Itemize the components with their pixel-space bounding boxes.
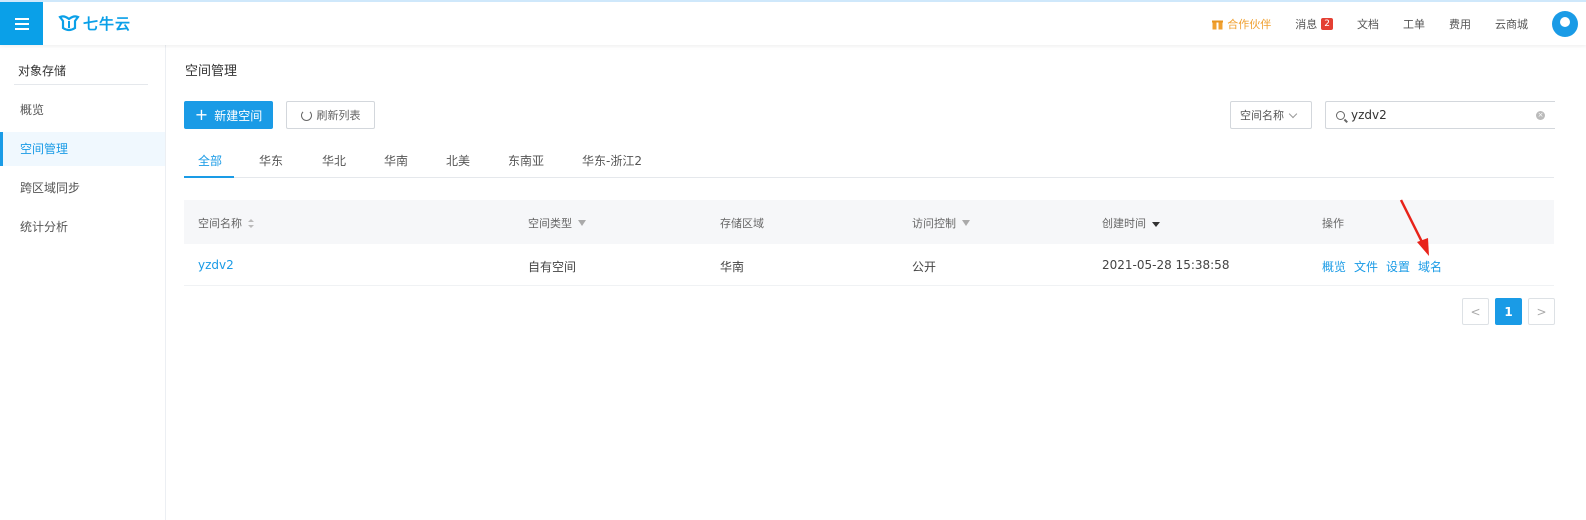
column-access-control-label: 访问控制 [912,217,956,230]
filter-icon [962,220,970,226]
action-settings-link[interactable]: 设置 [1386,258,1410,275]
top-header: 七牛云 合作伙伴 消息 2 文档 工单 费用 云商城 [0,0,1586,45]
access-control-cell: 公开 [912,260,937,274]
gift-icon [1212,20,1224,29]
nav-messages[interactable]: 消息 2 [1295,16,1333,32]
app-page: 七牛云 合作伙伴 消息 2 文档 工单 费用 云商城 对象存储 概览 空间管理 … [0,0,1586,520]
sidebar-item-bucket-management[interactable]: 空间管理 [0,132,165,166]
table-header: 空间名称 空间类型 存储区域 访问控制 创建时间 操作 [184,200,1554,244]
user-avatar[interactable] [1552,10,1578,37]
sort-icon [248,218,254,228]
next-page-button[interactable]: > [1528,298,1555,325]
created-time-cell: 2021-05-28 15:38:58 [1102,258,1230,272]
tab-north-america[interactable]: 北美 [446,152,470,169]
column-bucket-type-label: 空间类型 [528,217,572,230]
tab-east-china-zhejiang2[interactable]: 华东-浙江2 [582,152,642,169]
column-created-time-label: 创建时间 [1102,217,1146,230]
search-icon [1336,110,1345,120]
tab-south-china[interactable]: 华南 [384,152,408,169]
tab-southeast-asia[interactable]: 东南亚 [508,152,544,169]
nav-docs-label: 文档 [1357,17,1379,31]
logo[interactable]: 七牛云 [58,12,131,34]
nav-partner-label: 合作伙伴 [1227,17,1272,31]
column-access-control[interactable]: 访问控制 [912,215,970,231]
region-tabs: 全部 华东 华北 华南 北美 东南亚 华东-浙江2 [184,145,1554,178]
refresh-list-label: 刷新列表 [316,109,361,122]
column-storage-region-label: 存储区域 [720,217,764,230]
clear-icon[interactable]: × [1536,111,1545,120]
nav-marketplace[interactable]: 云商城 [1495,16,1528,32]
logo-text: 七牛云 [83,14,132,33]
menu-button[interactable] [0,2,43,45]
page-1-button[interactable]: 1 [1495,298,1522,325]
column-created-time[interactable]: 创建时间 [1102,215,1160,231]
prev-page-button[interactable]: < [1462,298,1489,325]
column-storage-region: 存储区域 [720,215,764,231]
nav-tickets[interactable]: 工单 [1403,16,1425,32]
column-actions: 操作 [1322,215,1344,231]
header-nav: 合作伙伴 消息 2 文档 工单 费用 云商城 [1212,2,1586,45]
tab-east-china[interactable]: 华东 [259,152,283,169]
hamburger-icon [14,17,29,30]
filter-icon [578,220,586,226]
sidebar-item-cross-region-sync[interactable]: 跨区域同步 [0,171,165,205]
row-actions: 概览 文件 设置 域名 [1322,258,1442,275]
bucket-name-link[interactable]: yzdv2 [198,258,234,272]
chevron-down-icon [1288,109,1298,118]
new-bucket-button[interactable]: + 新建空间 [184,101,273,129]
pagination: < 1 > [1462,298,1555,325]
tab-all[interactable]: 全部 [198,152,222,169]
column-bucket-name[interactable]: 空间名称 [198,215,254,231]
annotation-arrow-icon [1399,199,1429,256]
search-box: × [1325,101,1555,129]
sidebar-item-statistics[interactable]: 统计分析 [0,210,165,244]
action-overview-link[interactable]: 概览 [1322,258,1346,275]
nav-marketplace-label: 云商城 [1495,17,1528,31]
nav-billing-label: 费用 [1449,17,1471,31]
sidebar: 对象存储 概览 空间管理 跨区域同步 统计分析 [0,45,166,520]
action-files-link[interactable]: 文件 [1354,258,1378,275]
plus-icon: + [194,105,209,124]
column-actions-label: 操作 [1322,217,1344,230]
tab-north-china[interactable]: 华北 [322,152,346,169]
new-bucket-label: 新建空间 [214,108,263,123]
sidebar-title: 对象存储 [18,64,67,78]
column-bucket-type[interactable]: 空间类型 [528,215,586,231]
sidebar-item-overview[interactable]: 概览 [0,93,165,127]
action-domain-link[interactable]: 域名 [1418,258,1442,275]
table-row: yzdv2 自有空间 华南 公开 2021-05-28 15:38:58 概览 … [184,244,1554,286]
page-title: 空间管理 [185,64,238,79]
search-field-select[interactable]: 空间名称 [1230,101,1312,129]
sort-desc-icon [1152,222,1160,227]
nav-messages-label: 消息 [1295,17,1318,31]
bucket-table: 空间名称 空间类型 存储区域 访问控制 创建时间 操作 yzdv2 自有空间 华… [184,200,1554,286]
nav-tickets-label: 工单 [1403,17,1425,31]
search-field-select-value: 空间名称 [1240,109,1284,122]
bucket-type-cell: 自有空间 [528,260,577,274]
refresh-list-button[interactable]: 刷新列表 [286,101,375,129]
nav-partner[interactable]: 合作伙伴 [1212,16,1271,32]
sidebar-divider [14,84,148,85]
active-tab-indicator [184,176,234,178]
qiniu-logo-icon [58,15,80,32]
search-input[interactable] [1351,108,1521,122]
message-count-badge: 2 [1321,17,1333,30]
nav-billing[interactable]: 费用 [1449,16,1471,32]
storage-region-cell: 华南 [720,260,745,274]
nav-docs[interactable]: 文档 [1357,16,1379,32]
column-bucket-name-label: 空间名称 [198,217,242,230]
refresh-icon [300,109,312,121]
